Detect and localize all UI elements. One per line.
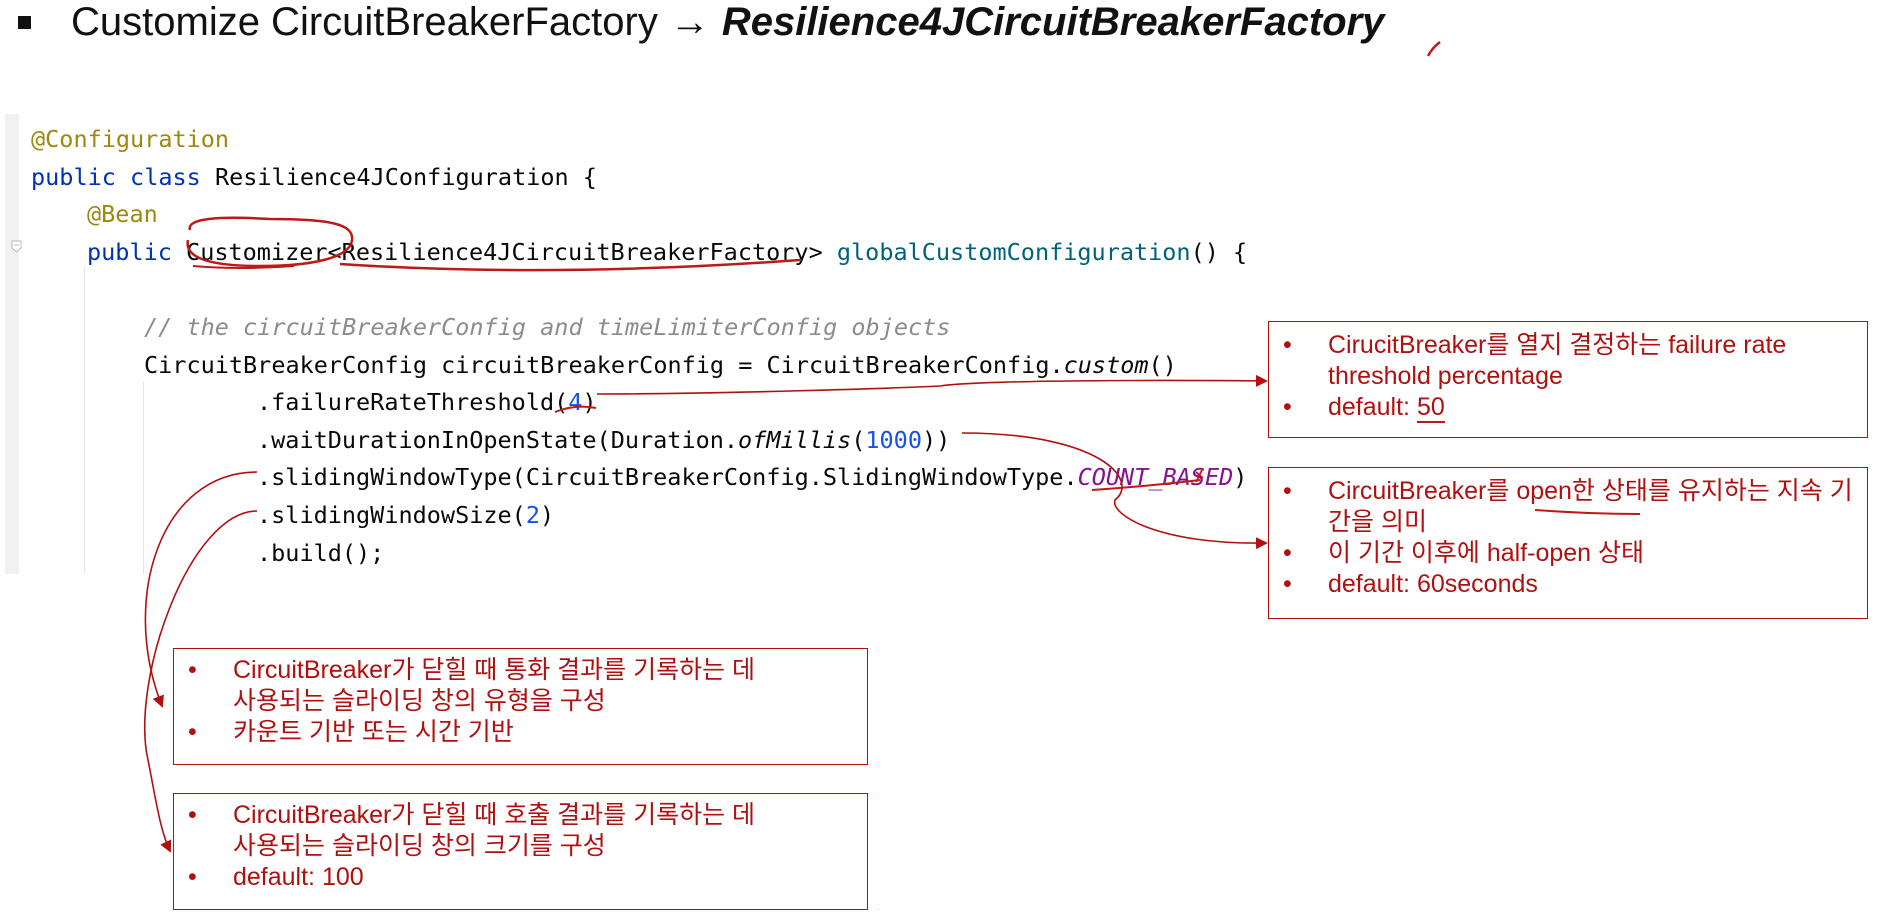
count-based-underline: [1091, 479, 1201, 491]
connector-arrow-sliding-size: [144, 510, 258, 853]
value-4-underline: [554, 405, 597, 413]
open-underline: [1534, 509, 1641, 515]
title-underline-stroke: [1426, 41, 1441, 57]
customizer-circle: [186, 216, 354, 268]
factory-underline: [339, 258, 801, 272]
connector-arrow-sliding-type: [144, 471, 258, 708]
connector-arrow-failure-rate: [596, 374, 1268, 395]
annotation-overlay: [144, 41, 1641, 853]
